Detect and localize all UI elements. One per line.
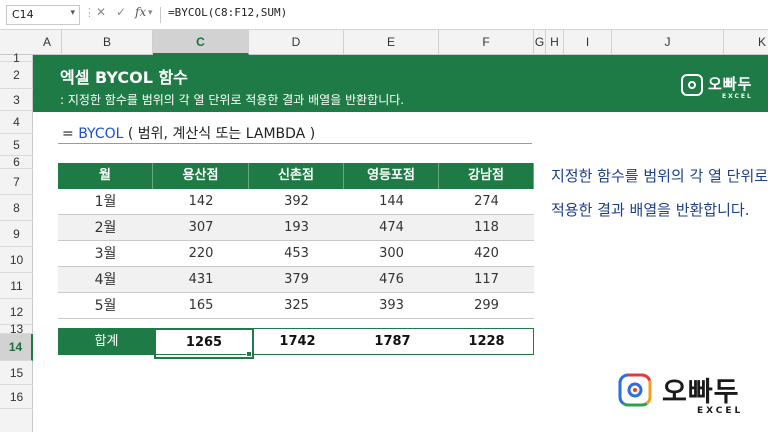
row-headers: 1 2 3 4 5 6 7 8 9 10 11 12 13 14 15 16	[0, 52, 33, 432]
value-cell[interactable]: 118	[439, 215, 534, 241]
row-header-11[interactable]: 11	[0, 273, 33, 299]
formula-input[interactable]: =BYCOL(C8:F12,SUM)	[168, 6, 287, 19]
table-header-cell: 신촌점	[249, 163, 344, 189]
total-label: 합계	[59, 329, 154, 354]
footer-logo-text: 오빠두	[662, 377, 740, 408]
value-cell[interactable]: 474	[344, 215, 439, 241]
value-cell[interactable]: 476	[344, 267, 439, 293]
value-cell[interactable]: 274	[439, 189, 534, 215]
divider	[58, 143, 532, 144]
value-cell[interactable]: 165	[153, 293, 249, 319]
brand-logo-text: 오빠두	[708, 75, 753, 93]
table-header-cell: 용산점	[153, 163, 249, 189]
fx-icon[interactable]: fx	[135, 5, 146, 19]
value-cell[interactable]: 392	[249, 189, 344, 215]
value-cell[interactable]: 393	[344, 293, 439, 319]
row-header-8[interactable]: 8	[0, 195, 33, 221]
name-box[interactable]: C14 ▾	[6, 5, 80, 25]
row-header-2[interactable]: 2	[0, 62, 33, 89]
value-cell[interactable]: 144	[344, 189, 439, 215]
row-header-13[interactable]: 13	[0, 323, 33, 335]
month-cell[interactable]: 5월	[58, 293, 153, 319]
chevron-down-icon[interactable]: ▾	[70, 8, 75, 18]
description-line-1: 지정한 함수를 범위의 각 열 단위로	[551, 167, 768, 185]
table-row: 4월 431 379 476 117	[58, 267, 534, 293]
column-header-e[interactable]: E	[344, 30, 439, 55]
table-header-cell: 강남점	[439, 163, 534, 189]
syntax-prefix: =	[62, 126, 79, 142]
row-header-15[interactable]: 15	[0, 361, 33, 385]
row-header-14[interactable]: 14	[0, 334, 33, 361]
table-header-row: 월 용산점 신촌점 영등포점 강남점	[58, 163, 534, 189]
column-header-k[interactable]: K	[724, 30, 768, 55]
value-cell[interactable]: 325	[249, 293, 344, 319]
table-header-cell: 영등포점	[344, 163, 439, 189]
row-header-16[interactable]: 16	[0, 385, 33, 409]
row-header-6[interactable]: 6	[0, 156, 33, 169]
total-cell-f14[interactable]: 1228	[440, 329, 533, 354]
month-cell[interactable]: 2월	[58, 215, 153, 241]
table-row: 2월 307 193 474 118	[58, 215, 534, 241]
value-cell[interactable]: 142	[153, 189, 249, 215]
total-cell-e14[interactable]: 1787	[345, 329, 440, 354]
row-header-3[interactable]: 3	[0, 89, 33, 111]
column-header-d[interactable]: D	[249, 30, 344, 55]
brand-logo-sub: EXCEL	[722, 93, 753, 100]
column-header-f[interactable]: F	[439, 30, 534, 55]
expand-icon[interactable]: ▾	[148, 8, 153, 18]
x-icon[interactable]: ✕	[96, 5, 106, 19]
column-header-g[interactable]: G	[534, 30, 546, 55]
syntax-function: BYCOL	[78, 126, 124, 142]
banner-subtitle: : 지정한 함수를 범위의 각 열 단위로 적용한 결과 배열을 반환합니다.	[60, 93, 405, 107]
total-row: 합계 1265 1742 1787 1228	[58, 328, 534, 359]
value-cell[interactable]: 431	[153, 267, 249, 293]
name-box-value: C14	[12, 8, 34, 21]
value-cell[interactable]: 117	[439, 267, 534, 293]
description-line-2: 적용한 결과 배열을 반환합니다.	[551, 201, 750, 219]
table-row: 5월 165 325 393 299	[58, 293, 534, 319]
row-header-5[interactable]: 5	[0, 134, 33, 156]
column-header-c[interactable]: C	[153, 30, 249, 55]
formula-bar: C14 ▾ ⋮ ✕ ✓ fx ▾ =BYCOL(C8:F12,SUM)	[0, 0, 768, 30]
month-cell[interactable]: 1월	[58, 189, 153, 215]
row-header-7[interactable]: 7	[0, 169, 33, 195]
syntax-line: = BYCOL ( 범위, 계산식 또는 LAMBDA )	[62, 123, 315, 143]
table-row: 3월 220 453 300 420	[58, 241, 534, 267]
banner-title: 엑셀 BYCOL 함수	[60, 68, 188, 87]
value-cell[interactable]: 220	[153, 241, 249, 267]
row-header-1[interactable]: 1	[0, 52, 33, 64]
row-header-4[interactable]: 4	[0, 111, 33, 134]
total-cell-d14[interactable]: 1742	[250, 329, 345, 354]
value-cell[interactable]: 453	[249, 241, 344, 267]
value-cell[interactable]: 420	[439, 241, 534, 267]
column-header-j[interactable]: J	[612, 30, 724, 55]
column-headers: ABCDEFGHIJK	[0, 30, 768, 55]
column-header-h[interactable]: H	[546, 30, 564, 55]
brand-logo-color-icon	[618, 373, 652, 407]
check-icon[interactable]: ✓	[116, 5, 126, 19]
table-header-cell: 월	[58, 163, 153, 189]
footer-logo-sub: EXCEL	[697, 406, 744, 416]
total-cell-c14[interactable]: 1265	[154, 328, 254, 359]
row-header-10[interactable]: 10	[0, 247, 33, 273]
value-cell[interactable]: 299	[439, 293, 534, 319]
row-header-9[interactable]: 9	[0, 221, 33, 247]
month-cell[interactable]: 3월	[58, 241, 153, 267]
table-row: 1월 142 392 144 274	[58, 189, 534, 215]
more-options-icon: ⋮	[84, 6, 95, 19]
value-cell[interactable]: 300	[344, 241, 439, 267]
month-cell[interactable]: 4월	[58, 267, 153, 293]
value-cell[interactable]: 379	[249, 267, 344, 293]
syntax-args: ( 범위, 계산식 또는 LAMBDA )	[123, 126, 316, 142]
value-cell[interactable]: 193	[249, 215, 344, 241]
fill-handle[interactable]	[246, 351, 252, 357]
column-header-b[interactable]: B	[62, 30, 153, 55]
value-cell[interactable]: 307	[153, 215, 249, 241]
column-header-a[interactable]: A	[33, 30, 62, 55]
column-header-i[interactable]: I	[564, 30, 612, 55]
